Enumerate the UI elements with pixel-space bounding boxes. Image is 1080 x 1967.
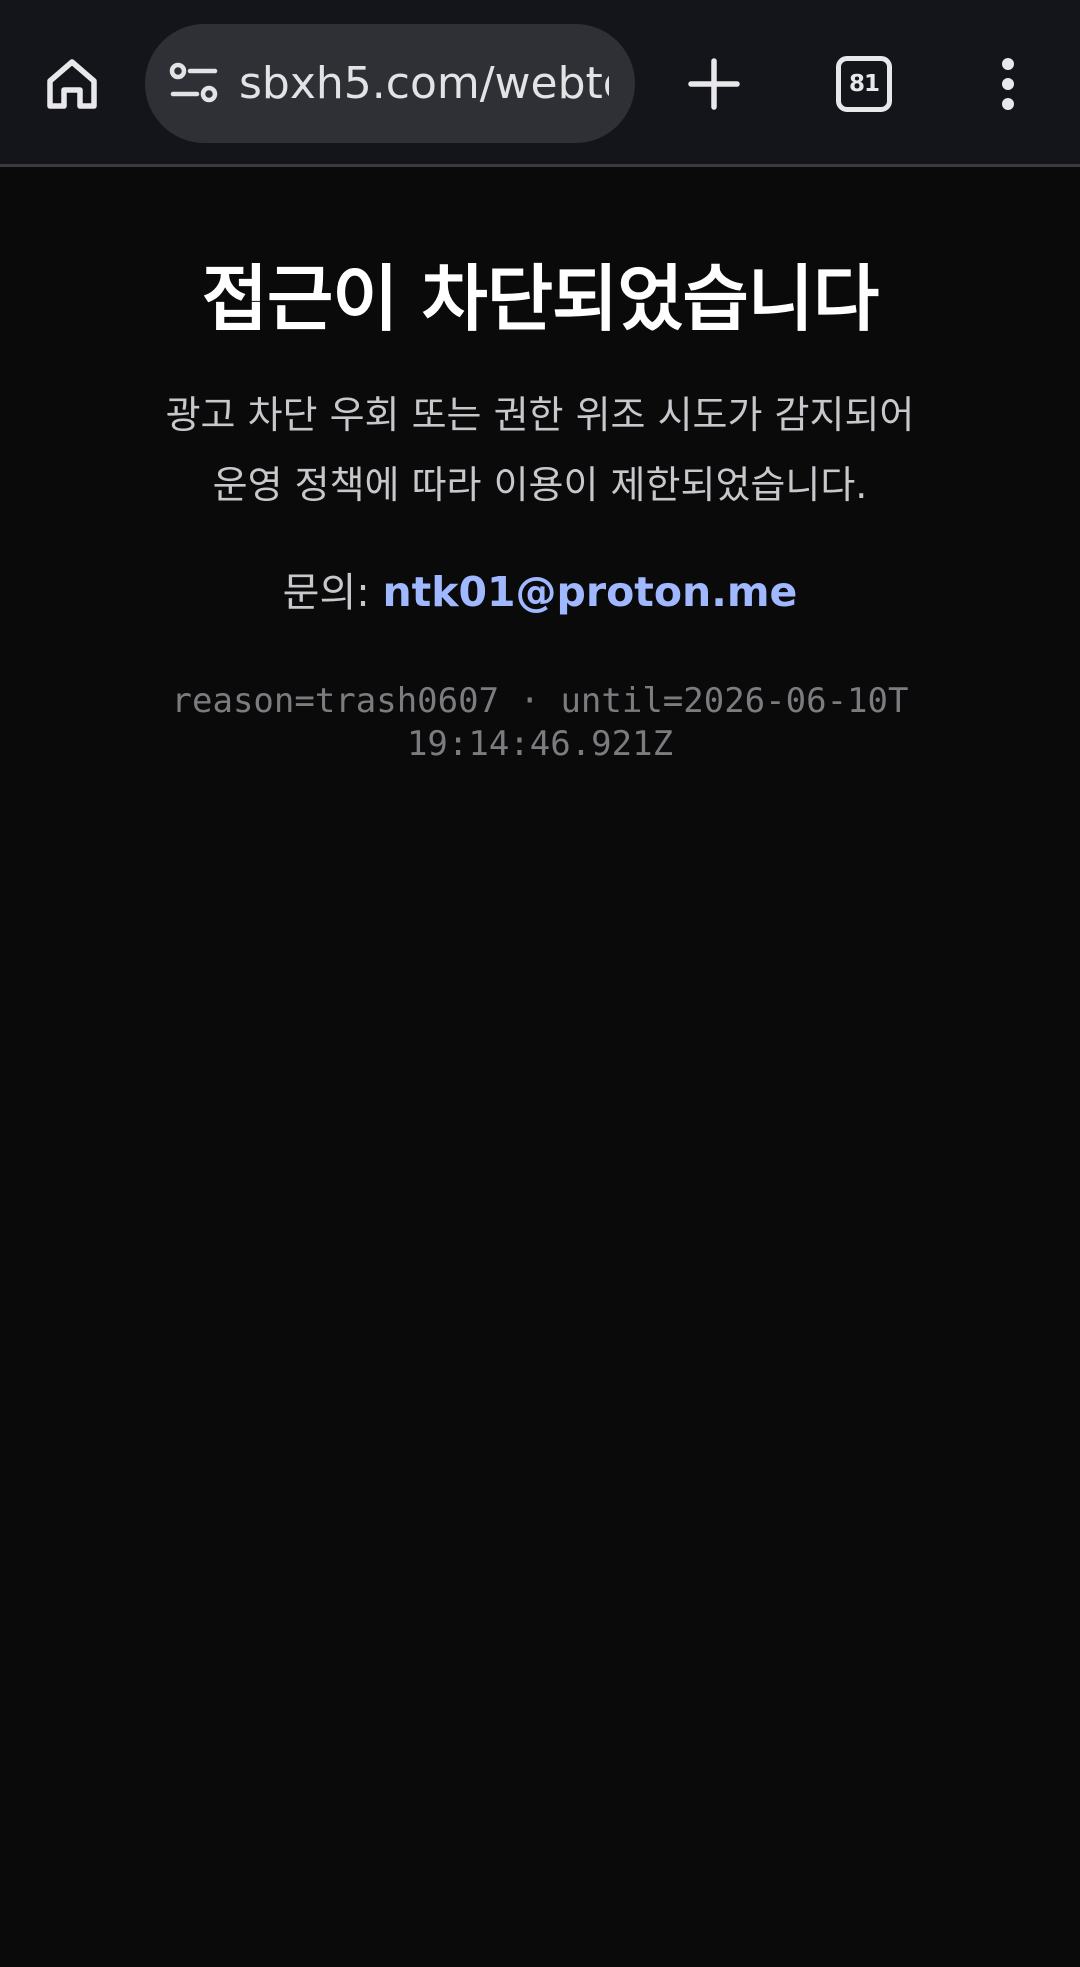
block-description: 광고 차단 우회 또는 권한 위조 시도가 감지되어 운영 정책에 따라 이용이… — [0, 380, 1080, 520]
url-text[interactable]: sbxh5.com/webtoon — [239, 24, 609, 143]
block-reason-meta: reason=trash0607 · until=2026-06-10T19:1… — [171, 681, 909, 764]
new-tab-button[interactable] — [674, 44, 754, 124]
contact-label: 문의: — [282, 570, 383, 616]
home-icon — [47, 59, 97, 109]
description-line-1: 광고 차단 우회 또는 권한 위조 시도가 감지되어 — [165, 393, 915, 437]
plus-icon — [688, 58, 740, 110]
more-vert-icon — [1002, 58, 1014, 110]
home-button[interactable] — [32, 44, 112, 124]
page-title: 접근이 차단되었습니다 — [201, 257, 879, 341]
tab-count: 81 — [848, 71, 880, 97]
tab-switcher-icon: 81 — [836, 56, 892, 112]
browser-toolbar: sbxh5.com/webtoon 81 — [0, 0, 1080, 167]
contact-line: 문의: ntk01@proton.me — [0, 560, 1080, 618]
tune-icon[interactable] — [169, 60, 219, 106]
description-line-2: 운영 정책에 따라 이용이 제한되었습니다. — [212, 463, 868, 507]
tab-switcher-button[interactable]: 81 — [824, 44, 904, 124]
address-bar[interactable]: sbxh5.com/webtoon — [145, 24, 635, 143]
contact-email-link[interactable]: ntk01@proton.me — [382, 568, 797, 616]
menu-button[interactable] — [968, 44, 1048, 124]
